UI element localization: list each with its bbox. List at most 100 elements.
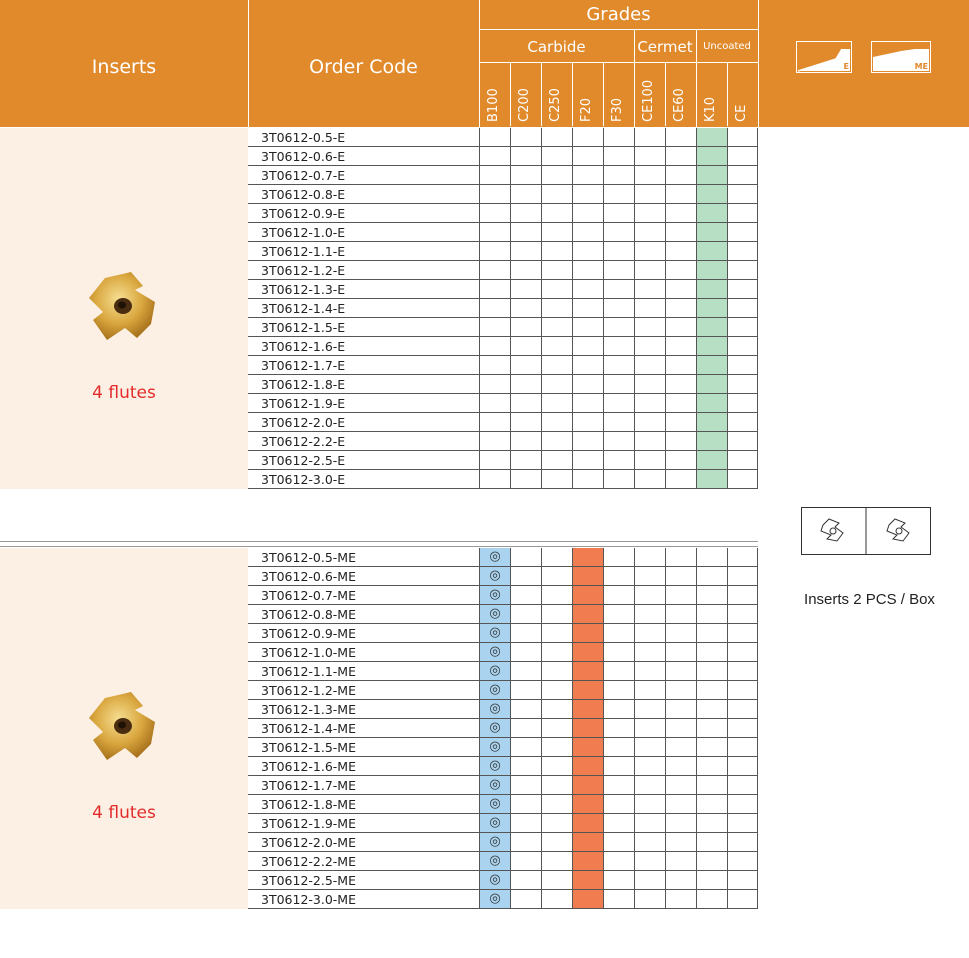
order-code: 3T0612-1.6-E	[248, 337, 479, 356]
grade-label: F20	[579, 97, 594, 122]
recommended-mark: ◎	[489, 891, 501, 906]
grade-cell-c200	[510, 852, 541, 871]
grade-cell-ce60	[665, 185, 696, 204]
grade-cell-f20	[572, 681, 603, 700]
grade-cell-ce	[727, 261, 758, 280]
grade-cell-c250	[541, 356, 572, 375]
grade-cell-ce100	[634, 586, 665, 605]
grade-cell-ce60	[665, 757, 696, 776]
header-cermet: Cermet	[637, 38, 693, 56]
order-code: 3T0612-1.3-E	[248, 280, 479, 299]
grade-cell-k10	[696, 757, 727, 776]
grade-cell-ce60	[665, 394, 696, 413]
grade-cell-ce	[727, 242, 758, 261]
grade-cell-c200	[510, 890, 541, 909]
grade-cell-ce	[727, 280, 758, 299]
grade-cell-c200	[510, 814, 541, 833]
grade-label: K10	[703, 96, 718, 122]
grade-cell-f20	[572, 567, 603, 586]
packaging-icon	[801, 507, 931, 555]
grade-cell-ce	[727, 890, 758, 909]
grade-cell-b100: ◎	[479, 586, 510, 605]
grade-cell-f30	[603, 795, 634, 814]
grade-cell-ce100	[634, 643, 665, 662]
grade-cell-ce60	[665, 337, 696, 356]
grade-cell-c250	[541, 280, 572, 299]
grade-cell-k10	[696, 567, 727, 586]
section-divider	[0, 541, 758, 547]
grade-cell-f20	[572, 451, 603, 470]
order-code: 3T0612-1.2-ME	[248, 681, 479, 700]
chipbreaker-me-icon: ME	[871, 41, 931, 73]
table-row: 3T0612-1.8-ME ◎	[248, 795, 758, 814]
grade-cell-ce100	[634, 185, 665, 204]
grade-cell-ce100	[634, 605, 665, 624]
grade-cell-ce60	[665, 738, 696, 757]
grade-cell-b100: ◎	[479, 719, 510, 738]
grade-cell-f30	[603, 185, 634, 204]
grade-cell-ce100	[634, 700, 665, 719]
grade-cell-b100	[479, 432, 510, 451]
chipbreaker-me-label: ME	[914, 62, 928, 71]
grade-cell-b100	[479, 470, 510, 489]
grade-cell-ce60	[665, 261, 696, 280]
grade-cell-f20	[572, 643, 603, 662]
grade-cell-f20	[572, 719, 603, 738]
order-code: 3T0612-2.0-ME	[248, 833, 479, 852]
grade-cell-ce100	[634, 394, 665, 413]
grade-cell-ce100	[634, 223, 665, 242]
grade-cell-f20	[572, 432, 603, 451]
grade-cell-c250	[541, 470, 572, 489]
grade-cell-c200	[510, 337, 541, 356]
recommended-mark: ◎	[489, 777, 501, 792]
grade-cell-ce100	[634, 852, 665, 871]
table-row: 3T0612-1.7-E	[248, 356, 758, 375]
order-code: 3T0612-0.7-ME	[248, 586, 479, 605]
grade-cell-ce	[727, 852, 758, 871]
grade-cell-ce	[727, 394, 758, 413]
grade-cell-b100	[479, 261, 510, 280]
grade-cell-ce	[727, 605, 758, 624]
table-row: 3T0612-1.5-E	[248, 318, 758, 337]
header-uncoated: Uncoated	[703, 41, 751, 52]
grade-cell-c200	[510, 662, 541, 681]
grade-cell-ce	[727, 738, 758, 757]
grade-cell-ce	[727, 548, 758, 567]
grade-cell-f30	[603, 413, 634, 432]
table-row: 3T0612-1.2-ME ◎	[248, 681, 758, 700]
grade-cell-k10	[696, 451, 727, 470]
grade-cell-f30	[603, 871, 634, 890]
grade-cell-ce60	[665, 223, 696, 242]
grade-cell-c250	[541, 394, 572, 413]
header-divider	[758, 0, 759, 127]
grade-cell-ce60	[665, 605, 696, 624]
grade-cell-f20	[572, 128, 603, 147]
grade-column-c250: C250	[541, 62, 572, 126]
grade-cell-b100: ◎	[479, 700, 510, 719]
order-code: 3T0612-0.6-E	[248, 147, 479, 166]
grade-cell-b100: ◎	[479, 567, 510, 586]
grade-cell-b100: ◎	[479, 795, 510, 814]
grade-cell-f30	[603, 605, 634, 624]
grade-cell-ce60	[665, 776, 696, 795]
grade-cell-ce	[727, 681, 758, 700]
grade-cell-c250	[541, 852, 572, 871]
grade-cell-f30	[603, 204, 634, 223]
grade-cell-k10	[696, 147, 727, 166]
grade-cell-k10	[696, 375, 727, 394]
grade-cell-b100	[479, 413, 510, 432]
order-code: 3T0612-0.8-E	[248, 185, 479, 204]
grade-cell-c250	[541, 681, 572, 700]
table-row: 3T0612-0.9-E	[248, 204, 758, 223]
grade-cell-b100: ◎	[479, 852, 510, 871]
grade-cell-ce60	[665, 318, 696, 337]
grade-cell-ce	[727, 795, 758, 814]
grade-cell-ce	[727, 662, 758, 681]
order-code: 3T0612-1.3-ME	[248, 700, 479, 719]
grade-cell-f20	[572, 833, 603, 852]
grade-cell-b100	[479, 356, 510, 375]
grade-cell-f20	[572, 223, 603, 242]
grade-cell-f30	[603, 147, 634, 166]
grade-cell-ce100	[634, 795, 665, 814]
grade-cell-b100: ◎	[479, 776, 510, 795]
